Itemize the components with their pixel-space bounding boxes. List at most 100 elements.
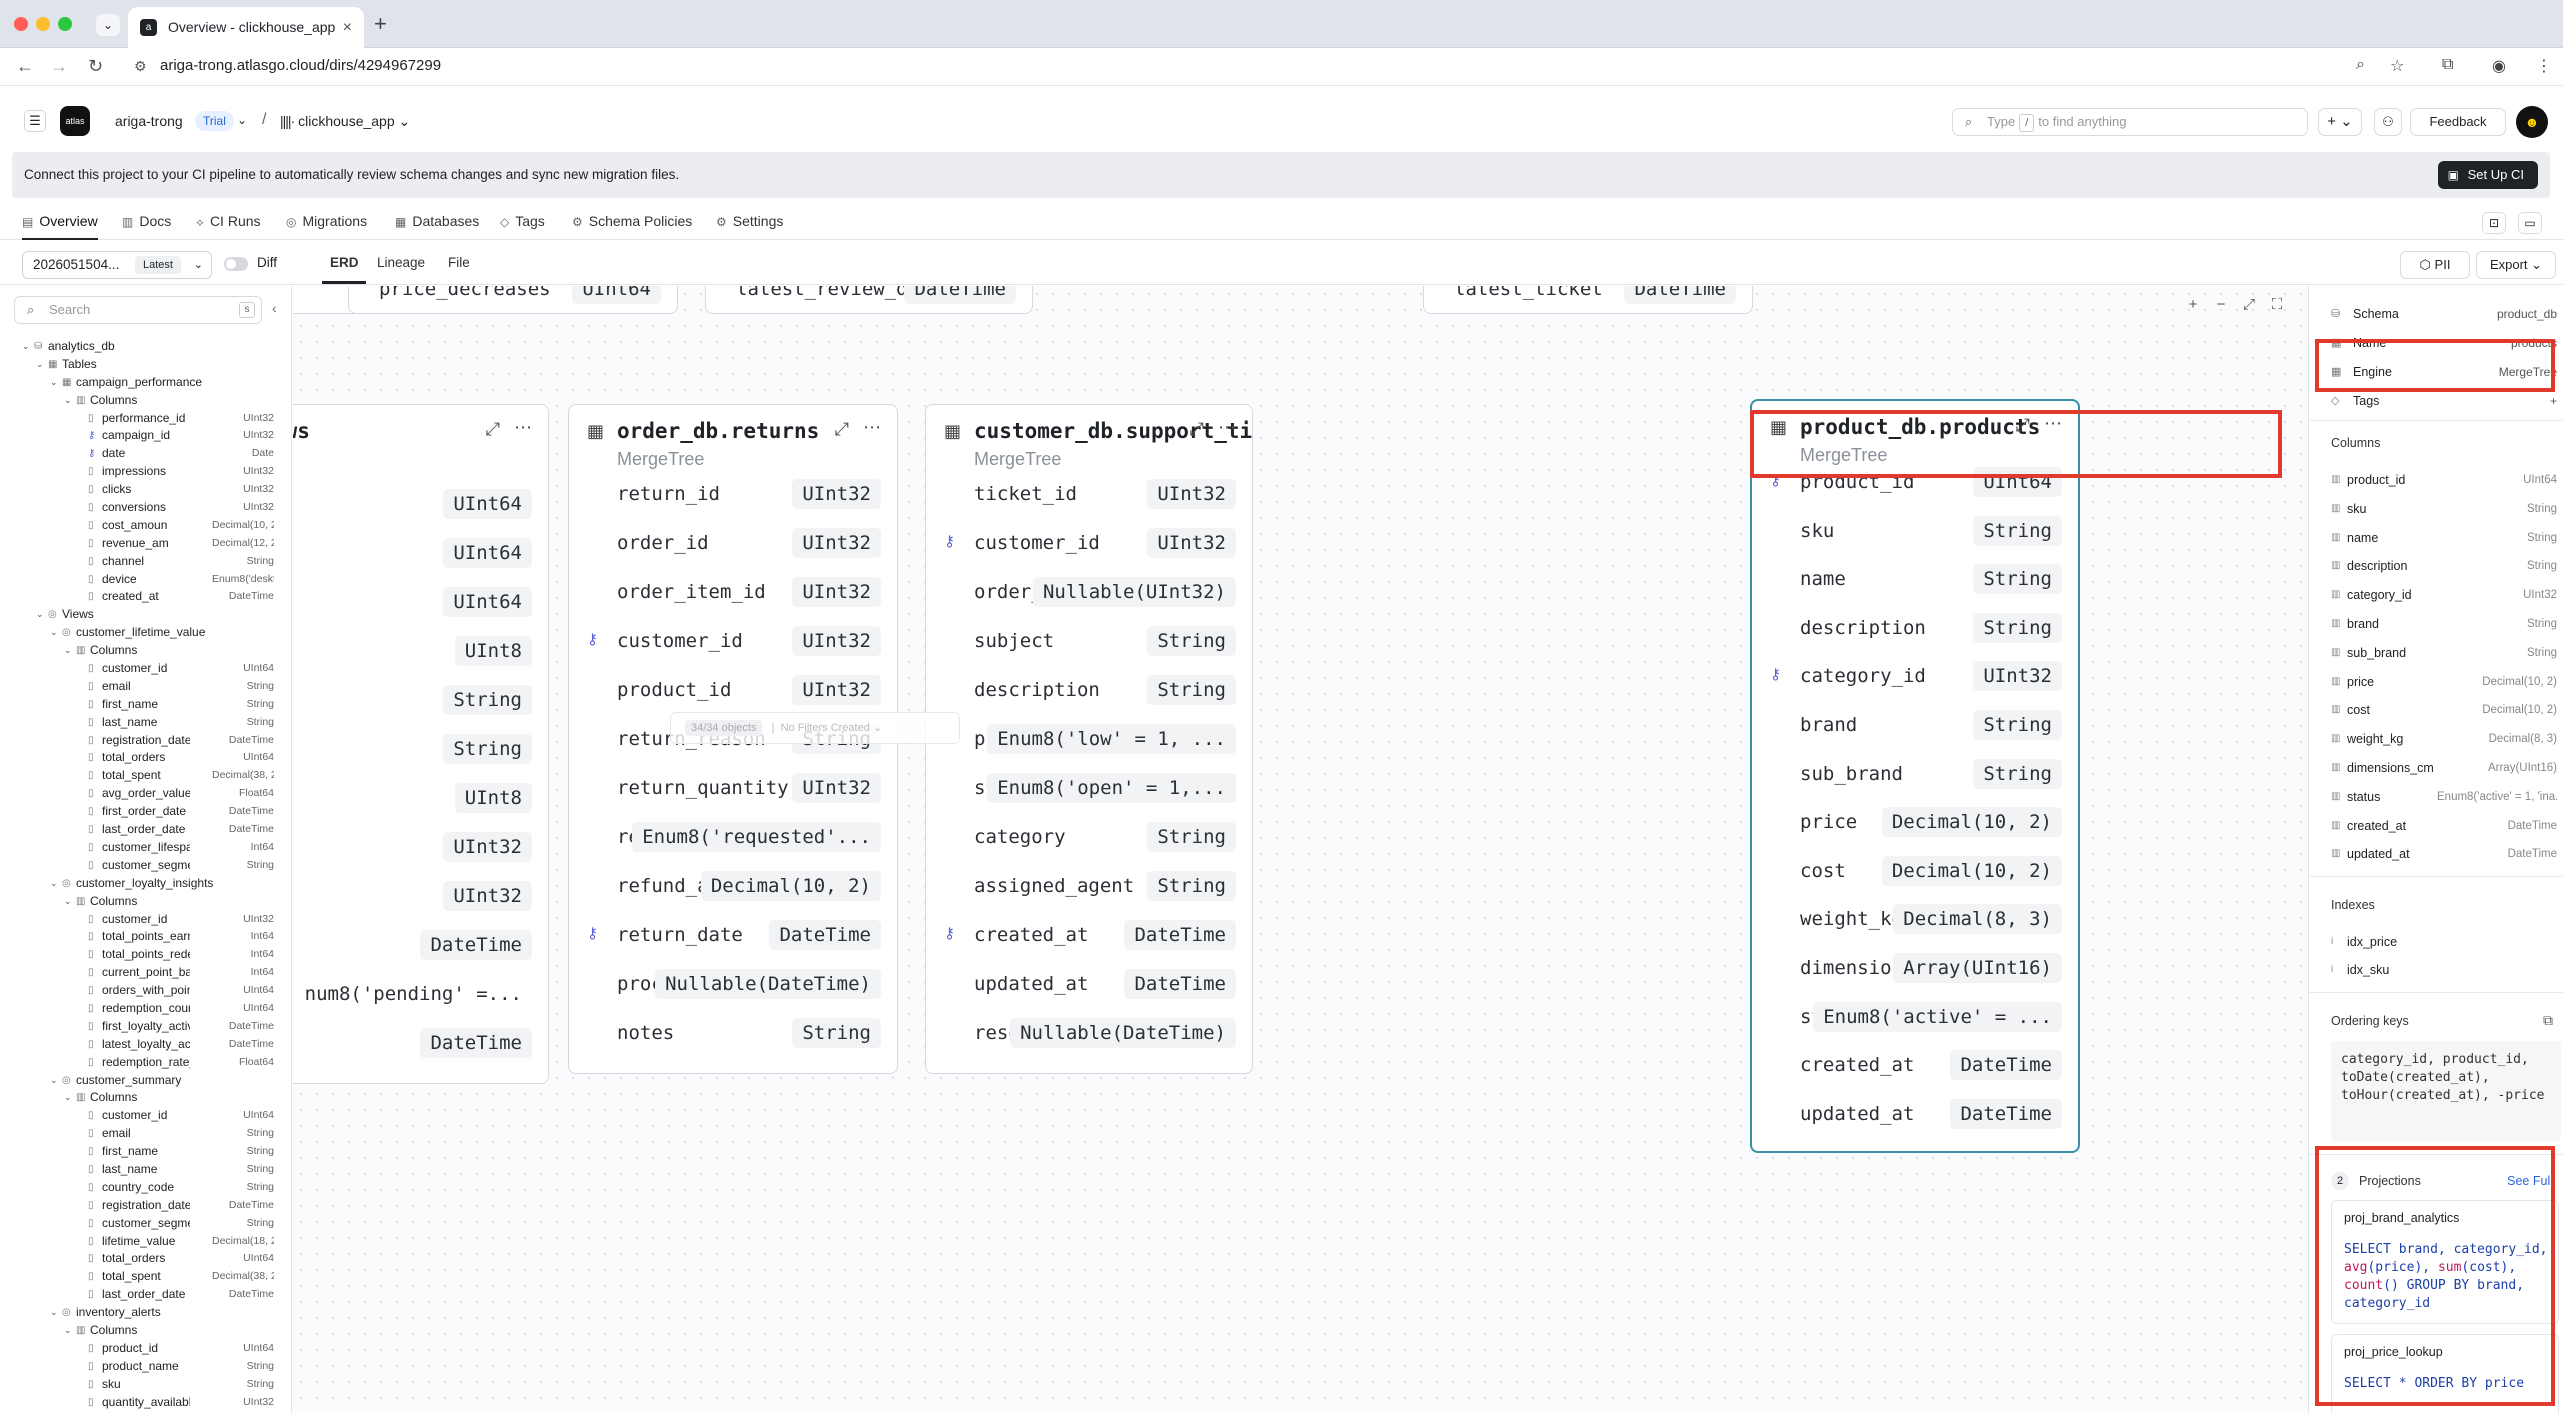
more-options-icon[interactable]: ⋯	[514, 417, 532, 438]
tree-column-item[interactable]: ▯ email String	[0, 1125, 291, 1143]
offscreen-table-card[interactable]: latest_review_date DateTime	[705, 286, 1033, 314]
details-column-item[interactable]: ▥ cost Decimal(10, 2)	[2331, 700, 2557, 720]
tree-column-item[interactable]: ▯ sku String	[0, 1376, 291, 1394]
tree-column-item[interactable]: ▯ last_name String	[0, 714, 291, 732]
details-column-item[interactable]: ▥ created_at DateTime	[2331, 816, 2557, 836]
tree-node[interactable]: ⌄ ◎ customer_lifetime_value	[0, 624, 291, 642]
org-name[interactable]: ariga-trong	[115, 113, 183, 129]
window-maximize-dot[interactable]	[58, 17, 72, 31]
menu-icon[interactable]: ☰	[24, 110, 46, 132]
projection-card[interactable]: proj_price_lookup SELECT * ORDER BY pric…	[2331, 1334, 2559, 1413]
column-row[interactable]: ⚷ created_at DateTime	[926, 912, 1252, 960]
bookmark-star-icon[interactable]: ☆	[2390, 56, 2404, 76]
profile-icon[interactable]: ◉	[2492, 56, 2506, 76]
tree-column-item[interactable]: ▯ customer_lifespan_d Int64	[0, 839, 291, 857]
column-row[interactable]: sub_brand String	[1752, 751, 2078, 799]
column-row[interactable]: order_id Nullable(UInt32)	[926, 569, 1252, 617]
table-card-header[interactable]: ▦ order_db.returns MergeTree ⤢ ⋯	[569, 405, 897, 479]
tree-column-item[interactable]: ▯ latest_loyalty_activity DateTime	[0, 1036, 291, 1054]
index-item[interactable]: i idx_price	[2331, 932, 2557, 952]
table-card[interactable]: ▦ customer_db.support_tickets MergeTree ⤢ ⋯ t…	[925, 404, 1253, 1074]
tree-column-item[interactable]: ▯ first_name String	[0, 1143, 291, 1161]
details-column-item[interactable]: ▥ category_id UInt32	[2331, 585, 2557, 605]
tree-column-item[interactable]: ▯ avg_order_value Float64	[0, 785, 291, 803]
tab-erd[interactable]: ERD	[330, 255, 359, 270]
chevron-down-icon[interactable]: ⌄	[64, 893, 72, 911]
table-card-header[interactable]: eviews ⤢ ⋯	[293, 405, 548, 479]
column-row[interactable]: statusEnum8('active' = ...	[1752, 994, 2078, 1042]
expand-icon[interactable]: ⤢	[1190, 419, 1204, 440]
zoom-out-icon[interactable]: −	[2207, 296, 2235, 313]
details-column-item[interactable]: ▥ price Decimal(10, 2)	[2331, 672, 2557, 692]
column-row[interactable]: UInt8	[293, 628, 548, 676]
tree-column-item[interactable]: ▯ redemption_rate_p Float64	[0, 1054, 291, 1072]
column-row[interactable]: order_item_id UInt32	[569, 569, 897, 617]
tree-column-item[interactable]: ▯ conversions UInt32	[0, 499, 291, 517]
window-minimize-dot[interactable]	[36, 17, 50, 31]
tab-settings[interactable]: ⚙ Settings	[716, 206, 783, 240]
tab-docs[interactable]: ▥ Docs	[122, 206, 171, 240]
tree-column-item[interactable]: ▯ impressions UInt32	[0, 463, 291, 481]
tree-node[interactable]: ⌄ ◎ customer_summary	[0, 1072, 291, 1090]
details-column-item[interactable]: ▥ name String	[2331, 528, 2557, 548]
column-row[interactable]: String	[293, 677, 548, 725]
column-row[interactable]: brand String	[1752, 702, 2078, 750]
column-row[interactable]: priorityEnum8('low' = 1, ...	[926, 716, 1252, 764]
fullscreen-icon[interactable]: ⛶	[2263, 296, 2291, 313]
tree-node[interactable]: ⌄ ▥ Columns	[0, 392, 291, 410]
column-row[interactable]: UInt32	[293, 824, 548, 872]
url-field[interactable]: ariga-trong.atlasgo.cloud/dirs/429496729…	[160, 57, 441, 74]
new-tab-icon[interactable]: +	[374, 11, 387, 37]
column-row[interactable]: UInt64	[293, 530, 548, 578]
tree-column-item[interactable]: ▯ orders_with_points UInt64	[0, 982, 291, 1000]
column-row[interactable]: cost Decimal(10, 2)	[1752, 848, 2078, 896]
browser-menu-icon[interactable]: ⋮	[2536, 56, 2552, 76]
tree-node[interactable]: ⌄ ▦ Tables	[0, 356, 291, 374]
tree-column-item[interactable]: ▯ first_name String	[0, 696, 291, 714]
column-row[interactable]: ⚷ category_id UInt32	[1752, 653, 2078, 701]
tab-schema-policies[interactable]: ⚙ Schema Policies	[572, 206, 692, 240]
table-card-header[interactable]: ▦ customer_db.support_tickets MergeTree ⤢ ⋯	[926, 405, 1252, 479]
column-row[interactable]: num8('pending' =...	[293, 971, 548, 1019]
chevron-down-icon[interactable]: ⌄	[36, 606, 44, 624]
tree-column-item[interactable]: ▯ device Enum8('desktop' = 1,	[0, 571, 291, 589]
browser-tab[interactable]: a Overview - clickhouse_app ×	[128, 7, 364, 48]
tree-column-item[interactable]: ▯ total_spent Decimal(38, 2)	[0, 767, 291, 785]
tree-node[interactable]: ⌄ ▦ campaign_performance	[0, 374, 291, 392]
property-tags[interactable]: ◇ Tags +	[2331, 391, 2557, 411]
tree-column-item[interactable]: ▯ total_orders UInt64	[0, 749, 291, 767]
setup-ci-button[interactable]: ▣ Set Up CI	[2437, 161, 2538, 189]
tree-column-item[interactable]: ▯ customer_id UInt32	[0, 911, 291, 929]
tree-node[interactable]: ⌄ ▥ Columns	[0, 1089, 291, 1107]
tree-column-item[interactable]: ▯ customer_segment String	[0, 1215, 291, 1233]
details-column-item[interactable]: ▥ product_id UInt64	[2331, 470, 2557, 490]
column-row[interactable]: DateTime	[293, 1020, 548, 1068]
forward-icon[interactable]: →	[50, 56, 68, 77]
tab-ci-runs[interactable]: ⟡ CI Runs	[196, 206, 261, 240]
window-close-dot[interactable]	[14, 17, 28, 31]
offscreen-table-card[interactable]: price_decreases UInt64	[348, 286, 678, 314]
column-row[interactable]: dimensions_cm Array(UInt16)	[1752, 945, 2078, 993]
tree-column-item[interactable]: ▯ last_name String	[0, 1161, 291, 1179]
tree-search-input[interactable]: ⌕ Search s	[14, 296, 262, 324]
index-item[interactable]: i idx_sku	[2331, 960, 2557, 980]
copy-icon[interactable]: ⧉	[2543, 1012, 2553, 1029]
offscreen-table-card[interactable]: latest_ticket DateTime	[1423, 286, 1753, 314]
details-column-item[interactable]: ▥ brand String	[2331, 614, 2557, 634]
column-row[interactable]: return_statusEnum8('requested'...	[569, 814, 897, 862]
details-column-item[interactable]: ▥ weight_kg Decimal(8, 3)	[2331, 729, 2557, 749]
tree-node[interactable]: ⌄ ▥ Columns	[0, 893, 291, 911]
chevron-down-icon[interactable]: ⌄	[64, 1322, 72, 1340]
column-row[interactable]: product_id UInt32	[569, 667, 897, 715]
tree-column-item[interactable]: ▯ customer_id UInt64	[0, 1107, 291, 1125]
chevron-down-icon[interactable]: ⌄	[50, 374, 58, 392]
terminal-icon[interactable]: ▭	[2518, 212, 2542, 234]
column-row[interactable]: updated_at DateTime	[926, 961, 1252, 1009]
column-row[interactable]: notes String	[569, 1010, 897, 1058]
tree-node[interactable]: ⌄ ⛁ analytics_db	[0, 338, 291, 356]
tab-tags[interactable]: ◇ Tags	[500, 206, 545, 240]
column-row[interactable]: resolved_atNullable(DateTime)	[926, 1010, 1252, 1058]
tree-column-item[interactable]: ⚷ date Date	[0, 445, 291, 463]
column-row[interactable]: String	[293, 726, 548, 774]
tree-column-item[interactable]: ▯ country_code String	[0, 1179, 291, 1197]
